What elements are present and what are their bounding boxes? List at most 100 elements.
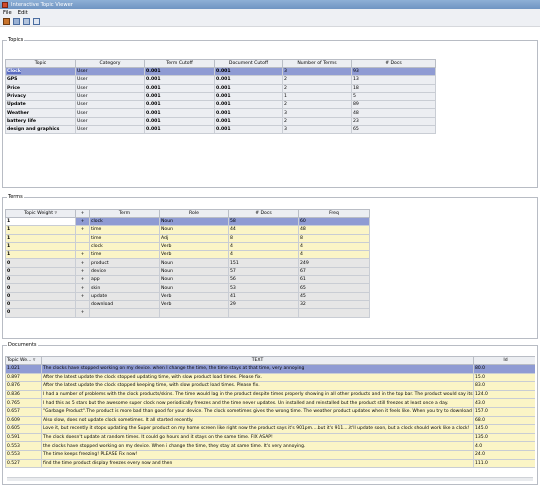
col-header-category[interactable]: Category [75,59,145,68]
cell-number-of-terms: 2 [282,116,352,127]
table-row[interactable]: 1 + clock Noun 58 60 [5,216,370,227]
table-row[interactable]: 0 download Verb 29 32 [5,299,370,310]
grid-icon[interactable] [33,18,40,25]
documents-scroll-area[interactable]: Topic We... ▿ TEXT Id 1.021 The clocks h… [5,350,535,482]
table-row[interactable]: GPS User 0.001 0.001 2 13 [5,75,436,85]
table-row[interactable]: 0.876 After the latest update the clock … [5,381,535,391]
cell-topic-weight[interactable]: 0 [5,291,76,301]
cell-topic-weight[interactable]: 0 [5,275,76,285]
cell-plus[interactable]: + [75,250,90,260]
cell-topic-weight: 0.553 [5,449,42,460]
terms-table: Topic Weight ▿ + Term Role # Docs Freq 1… [5,209,370,318]
table-row[interactable]: 0 + product Noun 151 249 [5,258,370,268]
col-header-number-of-terms[interactable]: Number of Terms [282,59,352,68]
menu-edit[interactable]: Edit [18,10,28,16]
cell-plus[interactable]: + [75,275,90,285]
table-row[interactable]: Weather User 0.001 0.001 3 48 [5,108,436,118]
cell-plus[interactable]: + [75,308,90,318]
table-row[interactable]: 1 clock Verb 4 4 [5,241,370,252]
col-header-topic-weight[interactable]: Topic Weight ▿ [5,209,76,218]
window-title: Interactive Topic Viewer [11,1,73,8]
cell-plus[interactable]: + [75,266,90,277]
cell-text: "Garbage Product".The product is more ba… [41,406,474,417]
cell-text: find the time product display freezes ev… [41,458,474,469]
cell-id: 157.0 [473,406,535,417]
table-row[interactable]: 0.657 "Garbage Product".The product is m… [5,406,535,417]
table-row[interactable]: 0 + app Noun 56 61 [5,275,370,285]
col-header-id[interactable]: Id [473,356,535,365]
filter-icon[interactable] [23,18,30,25]
cell-plus[interactable] [75,299,90,310]
cell-plus[interactable]: + [75,283,90,293]
table-row[interactable]: design and graphics User 0.001 0.001 3 6… [5,125,436,135]
col-header-document-cutoff[interactable]: Document Cutoff [214,59,283,68]
cell-topic-weight[interactable]: 0 [5,258,76,268]
table-row[interactable]: 0 + [5,308,370,318]
cell-topic-weight[interactable]: 0 [5,283,76,293]
table-row[interactable]: 0.609 Also slow, does not update clock s… [5,415,535,426]
col-header-plus[interactable]: + [75,209,90,218]
col-header-topic[interactable]: Topic [5,59,76,68]
table-row[interactable]: 1 time Adj 8 8 [5,233,370,243]
col-header-role[interactable]: Role [159,209,229,218]
cell-freq: 48 [298,225,370,235]
col-header-term-cutoff[interactable]: Term Cutoff [144,59,215,68]
table-row[interactable]: Update User 0.001 0.001 2 89 [5,100,436,110]
cell-plus[interactable] [75,241,90,252]
horizontal-scrollbar[interactable] [7,477,533,481]
table-row[interactable]: 0.897 After the latest update the clock … [5,372,535,383]
cell-topic-weight: 0.836 [5,389,42,400]
table-row[interactable]: 0.605 Love it, but recently it stops upd… [5,424,535,434]
menu-file[interactable]: File [3,10,12,16]
table-row[interactable]: 1 + time Verb 4 4 [5,250,370,260]
export-icon[interactable] [3,18,10,25]
col-header-num-docs[interactable]: # Docs [228,209,299,218]
cell-topic-weight[interactable]: 1 [5,241,76,252]
cell-number-of-terms: 2 [282,100,352,110]
cell-topic: design and graphics [5,125,76,135]
cell-text: After the latest update the clock stoppe… [41,381,474,391]
cell-plus[interactable] [75,233,90,243]
cell-topic-weight[interactable]: 1 [5,225,76,235]
col-header-freq[interactable]: Freq [298,209,370,218]
cell-topic-weight[interactable]: 0 [5,308,76,318]
cell-topic-weight[interactable]: 0 [5,299,76,310]
topics-scroll-area[interactable]: Topic Category Term Cutoff Document Cuto… [5,45,535,185]
table-row[interactable]: 0.553 The time keeps freezing! PLEASE Fi… [5,449,535,460]
cell-plus[interactable]: + [75,216,90,227]
table-row[interactable]: 0 + device Noun 57 67 [5,266,370,277]
cell-role: Verb [159,241,229,252]
table-row[interactable]: 0.553 the clocks have stopped working on… [5,441,535,451]
cell-num-docs: 65 [351,125,436,135]
table-row[interactable]: 0.527 find the time product display free… [5,458,535,469]
cell-topic-weight[interactable]: 1 [5,233,76,243]
table-row[interactable]: 1 + time Noun 44 48 [5,225,370,235]
cell-document-cutoff: 0.001 [214,83,283,93]
view-icon[interactable] [13,18,20,25]
cell-topic-weight[interactable]: 1 [5,216,76,227]
cell-plus[interactable]: + [75,291,90,301]
cell-text: the clocks have stopped working on my de… [41,441,474,451]
table-row[interactable]: 0 + update Verb 41 45 [5,291,370,301]
table-row[interactable]: Clock User 0.001 0.001 3 93 [5,66,436,77]
col-header-num-docs[interactable]: # Docs [351,59,436,68]
cell-topic-weight[interactable]: 1 [5,250,76,260]
cell-plus[interactable]: + [75,258,90,268]
cell-plus[interactable]: + [75,225,90,235]
table-row[interactable]: 1.021 The clocks have stopped working on… [5,364,535,374]
col-header-topic-weight[interactable]: Topic We... ▿ [5,356,42,365]
terms-scroll-area[interactable]: Topic Weight ▿ + Term Role # Docs Freq 1… [5,202,535,336]
col-header-text[interactable]: TEXT [41,356,474,365]
table-row[interactable]: 0.591 The clock doesn't update at random… [5,432,535,443]
cell-term: product [89,258,160,268]
table-row[interactable]: Price User 0.001 0.001 2 18 [5,83,436,93]
table-row[interactable]: 0.765 I had this as 5 stars but the awes… [5,398,535,408]
table-row[interactable]: Privacy User 0.001 0.001 1 5 [5,91,436,102]
col-header-term[interactable]: Term [89,209,160,218]
cell-term: device [89,266,160,277]
table-row[interactable]: battery life User 0.001 0.001 2 23 [5,116,436,127]
cell-topic-weight[interactable]: 0 [5,266,76,277]
table-row[interactable]: 0.836 I had a number of problems with th… [5,389,535,400]
cell-term: update [89,291,160,301]
table-row[interactable]: 0 + skin Noun 53 65 [5,283,370,293]
